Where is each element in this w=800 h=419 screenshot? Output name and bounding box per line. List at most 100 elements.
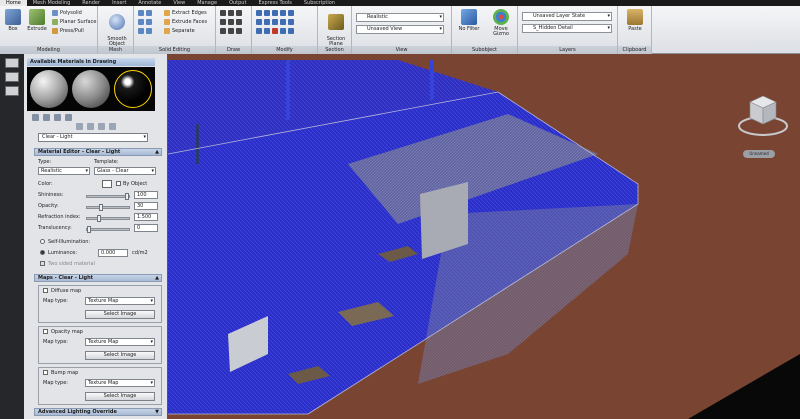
layer-state-dropdown[interactable]: Unsaved Layer State — [522, 12, 612, 21]
draw-tools-row-3[interactable] — [220, 28, 242, 34]
material-swatch-1[interactable] — [30, 70, 68, 108]
template-dropdown[interactable]: Glass - Clear — [94, 167, 156, 175]
panel-title-draw[interactable]: Draw — [216, 46, 251, 54]
polysolid-button[interactable]: Polysolid — [52, 10, 82, 16]
hatch-icon[interactable] — [228, 28, 234, 34]
new-material-icon[interactable] — [76, 123, 83, 130]
array-icon[interactable] — [256, 28, 262, 34]
draw-tools-row-1[interactable] — [220, 10, 242, 16]
refraction-slider-handle[interactable] — [97, 215, 101, 222]
section-plane-button[interactable]: Section Plane — [323, 9, 349, 47]
translucency-slider-handle[interactable] — [87, 226, 91, 233]
drawing-viewport[interactable] — [168, 54, 800, 419]
arc-icon[interactable] — [220, 19, 226, 25]
opacity-map-type-dropdown[interactable]: Texture Map — [85, 338, 155, 346]
bump-map-type-dropdown[interactable]: Texture Map — [85, 379, 155, 387]
diffuse-map-checkbox[interactable] — [43, 288, 48, 293]
palette-close-button[interactable] — [5, 58, 19, 68]
advanced-lighting-header[interactable]: Advanced Lighting Override ▼ — [34, 408, 162, 416]
remove-material-icon[interactable] — [109, 123, 116, 130]
opacity-select-image-button[interactable]: Select Image — [85, 351, 155, 360]
slice-button[interactable] — [138, 28, 152, 34]
refraction-input[interactable]: 1.500 — [134, 213, 158, 221]
spline-icon[interactable] — [220, 28, 226, 34]
purge-material-icon[interactable] — [87, 123, 94, 130]
palette-autohide-button[interactable] — [5, 72, 19, 82]
named-view-dropdown[interactable]: Unsaved View — [356, 25, 444, 34]
cube-icon[interactable] — [54, 114, 61, 121]
palette-properties-button[interactable] — [5, 86, 19, 96]
modify-tools-row-1[interactable] — [256, 10, 294, 16]
apply-material-icon[interactable] — [98, 123, 105, 130]
maps-header[interactable]: Maps - Clear - Light ▲ — [34, 274, 162, 282]
translucency-input[interactable]: 0 — [134, 224, 158, 232]
box-button[interactable]: Box — [2, 9, 24, 32]
mirror-icon[interactable] — [256, 19, 262, 25]
material-editor-header[interactable]: Material Editor - Clear - Light ▲ — [34, 148, 162, 156]
offset-icon[interactable] — [264, 28, 270, 34]
interfere-icon[interactable] — [146, 19, 152, 25]
two-sided-checkbox[interactable] — [40, 261, 45, 266]
refraction-slider[interactable] — [86, 215, 130, 222]
paste-button[interactable]: Paste — [623, 9, 647, 32]
translucency-slider[interactable] — [86, 226, 130, 233]
rectangle-icon[interactable] — [228, 19, 234, 25]
copy-icon[interactable] — [288, 10, 294, 16]
3d-rotate-icon[interactable] — [288, 28, 294, 34]
separate-button[interactable]: Separate — [164, 28, 195, 34]
opacity-input[interactable]: 30 — [134, 202, 158, 210]
explode-icon[interactable] — [272, 19, 278, 25]
no-filter-button[interactable]: No Filter — [456, 9, 482, 32]
shininess-slider[interactable] — [86, 193, 130, 200]
panel-title-solid-editing[interactable]: Solid Editing — [134, 46, 215, 54]
planar-surface-button[interactable]: Planar Surface — [52, 19, 96, 25]
type-dropdown[interactable]: Realistic — [38, 167, 90, 175]
extrude-button[interactable]: Extrude — [26, 9, 48, 32]
modify-tools-row-2[interactable] — [256, 19, 294, 25]
material-swatch-2[interactable] — [72, 70, 110, 108]
panel-title-section[interactable]: Section — [318, 46, 351, 54]
smooth-object-button[interactable]: Smooth Object — [104, 9, 130, 47]
panel-title-layers[interactable]: Layers — [518, 46, 617, 54]
wcs-menu[interactable]: Unnamed — [743, 150, 775, 158]
luminance-input[interactable]: 0.000 — [98, 249, 128, 257]
bump-select-image-button[interactable]: Select Image — [85, 392, 155, 401]
sphere-icon[interactable] — [32, 114, 39, 121]
current-layer-dropdown[interactable]: S_Hidden Detail — [522, 24, 612, 33]
material-name-dropdown[interactable]: Clear - Light — [38, 133, 148, 142]
viewcube[interactable] — [736, 88, 790, 138]
diffuse-select-image-button[interactable]: Select Image — [85, 310, 155, 319]
move-icon[interactable] — [256, 10, 262, 16]
trim-icon[interactable] — [272, 10, 278, 16]
erase-icon[interactable] — [272, 28, 278, 34]
panel-title-modify[interactable]: Modify — [252, 46, 317, 54]
self-illumination-radio[interactable] — [40, 239, 45, 244]
diffuse-map-type-dropdown[interactable]: Texture Map — [85, 297, 155, 305]
bump-map-checkbox[interactable] — [43, 370, 48, 375]
point-icon[interactable] — [236, 28, 242, 34]
draw-tools-row-2[interactable] — [220, 19, 242, 25]
polyline-icon[interactable] — [228, 10, 234, 16]
swatch-refresh-icon[interactable] — [65, 114, 72, 121]
extrude-faces-button[interactable]: Extrude Faces — [164, 19, 207, 25]
circle-icon[interactable] — [236, 10, 242, 16]
panel-title-modeling[interactable]: Modeling — [0, 46, 97, 54]
luminance-radio[interactable] — [40, 250, 45, 255]
checker-icon[interactable] — [43, 114, 50, 121]
modify-tools-row-3[interactable] — [256, 28, 294, 34]
align-icon[interactable] — [280, 28, 286, 34]
panel-title-view[interactable]: View — [352, 46, 451, 54]
material-swatch-selected[interactable] — [114, 70, 152, 108]
opacity-slider-handle[interactable] — [99, 204, 103, 211]
scale-icon[interactable] — [288, 19, 294, 25]
shininess-slider-handle[interactable] — [125, 193, 129, 200]
by-object-checkbox[interactable] — [116, 181, 121, 186]
extend-icon[interactable] — [280, 10, 286, 16]
opacity-map-checkbox[interactable] — [43, 329, 48, 334]
visual-style-dropdown[interactable]: Realistic — [356, 13, 444, 22]
move-gizmo-button[interactable]: Move Gizmo — [486, 9, 516, 37]
fillet-icon[interactable] — [264, 19, 270, 25]
thicken-icon[interactable] — [146, 28, 152, 34]
shininess-input[interactable]: 100 — [134, 191, 158, 199]
intersect-button[interactable] — [138, 19, 152, 25]
